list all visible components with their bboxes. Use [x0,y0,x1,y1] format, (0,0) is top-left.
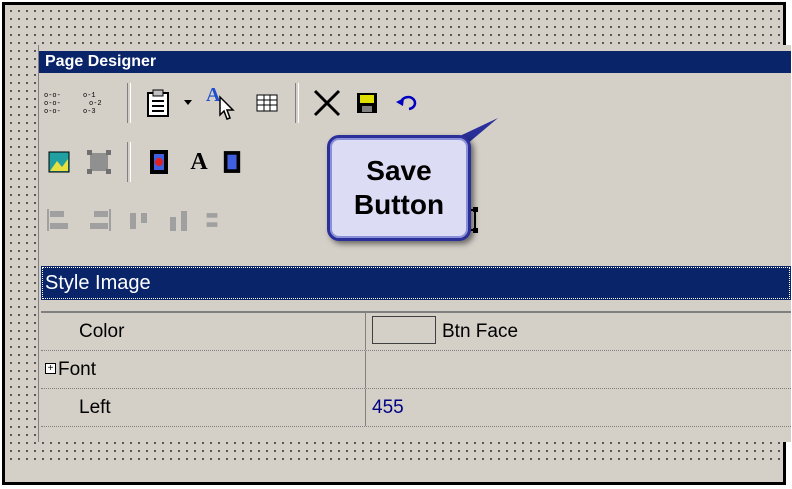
callout-line-1: Save [366,155,432,186]
expand-icon[interactable]: + [45,362,56,374]
properties-icon[interactable] [142,86,176,120]
svg-text:o-o-: o-o- [44,108,61,116]
film-icon-2[interactable] [222,145,242,179]
svg-text:o-o-: o-o- [44,100,61,108]
save-icon[interactable] [350,86,384,120]
color-swatch [372,315,436,344]
align-top-icon[interactable] [122,203,156,237]
undo-icon[interactable] [390,86,424,120]
save-button-callout: Save Button [327,135,471,241]
property-row-font[interactable]: + Font [41,351,791,389]
svg-text:o-2: o-2 [89,100,102,108]
property-row-left[interactable]: Left 455 [41,389,791,427]
toolbar-separator [295,83,299,123]
frame-icon[interactable] [82,145,116,179]
page-designer-panel: Page Designer o-o-o-o-o-o- o-1o-2o-3 A [38,45,791,442]
toolbar-separator [127,83,131,123]
callout-line-2: Button [353,189,445,220]
svg-text:o-1: o-1 [83,92,96,100]
dropdown-arrow-icon[interactable] [182,86,194,120]
property-name: Font [58,359,97,380]
svg-text:A: A [206,84,221,106]
property-name: Color [41,313,366,350]
list-view-icon[interactable]: o-o-o-o-o-o- [42,86,76,120]
toolbar-separator [127,142,131,182]
film-icon[interactable] [142,145,176,179]
grid-table-icon[interactable] [250,86,284,120]
align-bottom-icon[interactable] [162,203,196,237]
property-value-text: Btn Face [442,321,519,342]
property-name-cell: + Font [41,351,366,388]
property-value[interactable] [368,351,791,388]
property-grid: Color Btn Face + Font Left 455 [41,311,791,442]
space-vertical-icon[interactable] [202,203,222,237]
align-right-icon[interactable] [82,203,116,237]
style-panel-title[interactable]: Style Image [41,266,791,300]
property-value[interactable]: 455 [368,389,791,426]
align-left-icon[interactable] [42,203,76,237]
delete-icon[interactable] [310,86,344,120]
svg-text:o-o-: o-o- [44,92,61,100]
property-value[interactable]: Btn Face [368,313,791,350]
panel-title: Page Designer [39,51,791,73]
property-row-color[interactable]: Color Btn Face [41,313,791,351]
screen-frame: Page Designer o-o-o-o-o-o- o-1o-2o-3 A [2,2,791,485]
image-icon[interactable] [42,145,76,179]
text-icon[interactable]: A [182,145,216,179]
toolbar-row-1: o-o-o-o-o-o- o-1 o-2 o-3 A [39,81,427,125]
numbered-list-icon[interactable]: o-1 o-2 o-3 [82,86,116,120]
svg-text:o-3: o-3 [83,108,96,116]
text-style-pointer-icon[interactable]: A [200,84,244,120]
property-name: Left [41,389,366,426]
